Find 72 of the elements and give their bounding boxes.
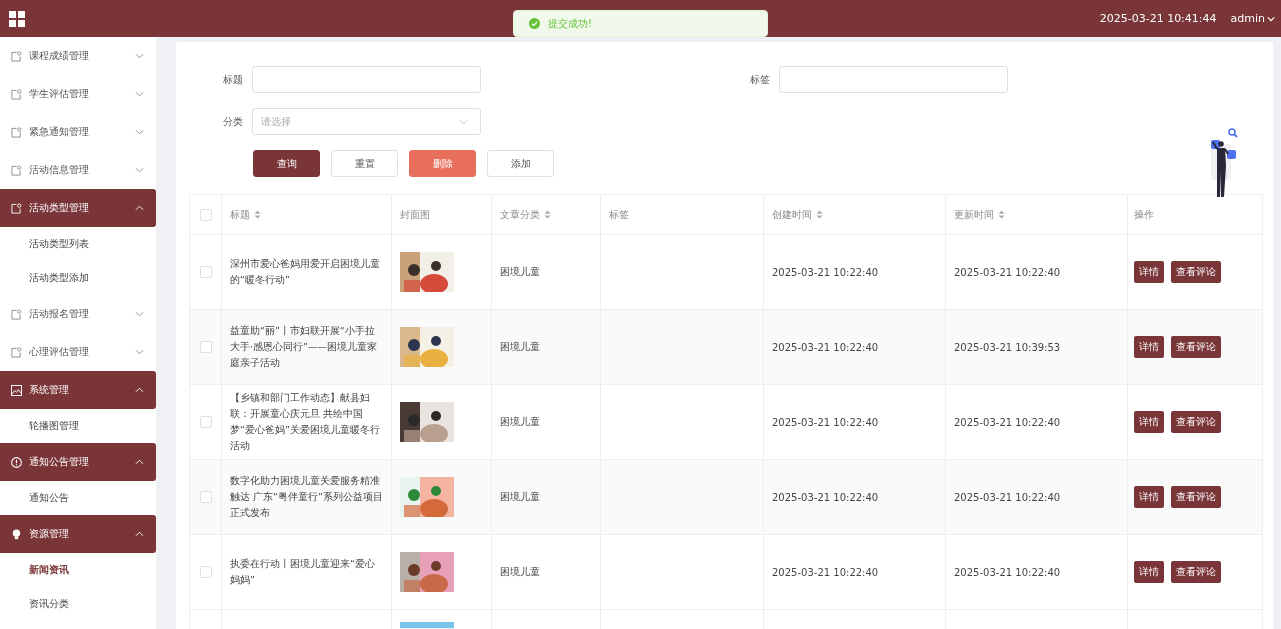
menu-item[interactable]: 通知公告: [0, 481, 156, 515]
action-button[interactable]: 查询: [253, 150, 320, 177]
menu-group-label: 系统管理: [29, 383, 70, 397]
menu-item[interactable]: 资讯分类: [0, 587, 156, 621]
menu-item[interactable]: 新闻资讯: [0, 553, 156, 587]
menu-group-label: 课程成绩管理: [29, 49, 90, 63]
article-title: 【乡镇和部门工作动态】献县妇联：开展童心庆元旦 共绘中国梦“爱心爸妈”关爱困境儿童暖冬行活动: [230, 391, 381, 453]
column-header: 创建时间: [772, 207, 812, 222]
menu-item[interactable]: 活动类型添加: [0, 261, 156, 295]
menu-group-label: 紧急通知管理: [29, 125, 90, 139]
updated-time: 2025-03-21 10:39:53: [954, 341, 1061, 353]
field-label: 分类: [222, 114, 244, 129]
menu-group[interactable]: 心理评估管理: [0, 333, 156, 371]
toast-message: 提交成功!: [548, 16, 592, 31]
created-time: 2025-03-21 10:22:40: [772, 566, 879, 578]
row-action-button[interactable]: 详情: [1134, 561, 1164, 583]
menu-group-label: 通知公告管理: [29, 455, 90, 469]
row-action-button[interactable]: 详情: [1134, 486, 1164, 508]
created-time: 2025-03-21 10:22:40: [772, 266, 879, 278]
menu-group-label: 资源管理: [29, 527, 70, 541]
current-datetime: 2025-03-21 10:41:44: [1099, 12, 1217, 25]
user-menu[interactable]: admin: [1230, 12, 1275, 25]
category-text: 困境儿童: [500, 265, 540, 279]
updated-time: 2025-03-21 10:22:40: [954, 416, 1061, 428]
updated-time: 2025-03-21 10:22:40: [954, 266, 1061, 278]
menu-group[interactable]: 通知公告管理: [0, 443, 156, 481]
created-time: 2025-03-21 10:22:40: [772, 416, 879, 428]
row-action-button[interactable]: 查看评论: [1171, 486, 1221, 508]
category-text: 困境儿童: [500, 565, 540, 579]
action-button[interactable]: 重置: [331, 150, 398, 177]
column-header: 标签: [609, 207, 629, 222]
action-button[interactable]: 添加: [487, 150, 554, 177]
row-action-button[interactable]: 详情: [1134, 411, 1164, 433]
category-text: 困境儿童: [500, 490, 540, 504]
menu-group[interactable]: 课程成绩管理: [0, 37, 156, 75]
row-action-button[interactable]: 查看评论: [1171, 411, 1221, 433]
article-title: 深州市爱心爸妈用爱开启困境儿童的“暖冬行动”: [230, 257, 381, 287]
updated-time: 2025-03-21 10:22:40: [954, 566, 1061, 578]
column-header: 更新时间: [954, 207, 994, 222]
menu-group-label: 心理评估管理: [29, 345, 90, 359]
updated-time: 2025-03-21 10:22:40: [954, 491, 1061, 503]
menu-item[interactable]: 活动类型列表: [0, 227, 156, 261]
created-time: 2025-03-21 10:22:40: [772, 491, 879, 503]
column-header: 标题: [230, 207, 250, 222]
menu-group[interactable]: 紧急通知管理: [0, 113, 156, 151]
created-time: 2025-03-21 10:22:40: [772, 341, 879, 353]
row-action-button[interactable]: 详情: [1134, 336, 1164, 358]
menu-item[interactable]: 轮播图管理: [0, 409, 156, 443]
row-action-button[interactable]: 查看评论: [1171, 261, 1221, 283]
row-action-button[interactable]: 查看评论: [1171, 336, 1221, 358]
article-title: 数字化助力困境儿童关爱服务精准触达 广东“粤伴童行”系列公益项目正式发布: [230, 474, 383, 520]
column-header: 操作: [1134, 207, 1154, 222]
menu-group[interactable]: 资源管理: [0, 515, 156, 553]
menu-group[interactable]: 活动报名管理: [0, 295, 156, 333]
row-action-button[interactable]: 详情: [1134, 261, 1164, 283]
menu-group-label: 学生评估管理: [29, 87, 90, 101]
category-text: 困境儿童: [500, 415, 540, 429]
menu-group[interactable]: 活动信息管理: [0, 151, 156, 189]
column-header: 封面图: [400, 207, 430, 222]
menu-group-label: 活动类型管理: [29, 201, 90, 215]
row-action-button[interactable]: 查看评论: [1171, 561, 1221, 583]
menu-group[interactable]: 学生评估管理: [0, 75, 156, 113]
field-label: 标签: [749, 72, 771, 87]
menu-group[interactable]: 活动类型管理: [0, 189, 156, 227]
article-title: 益童助“丽”丨市妇联开展“小手拉大手·感恩心同行”——困境儿童家庭亲子活动: [230, 324, 378, 370]
menu-group[interactable]: 系统管理: [0, 371, 156, 409]
category-text: 困境儿童: [500, 340, 540, 354]
menu-group-label: 活动报名管理: [29, 307, 90, 321]
article-title: 执委在行动丨困境儿童迎来“爱心妈妈”: [230, 557, 376, 587]
column-header: 文章分类: [500, 207, 540, 222]
menu-group-label: 活动信息管理: [29, 163, 90, 177]
field-label: 标题: [222, 72, 244, 87]
